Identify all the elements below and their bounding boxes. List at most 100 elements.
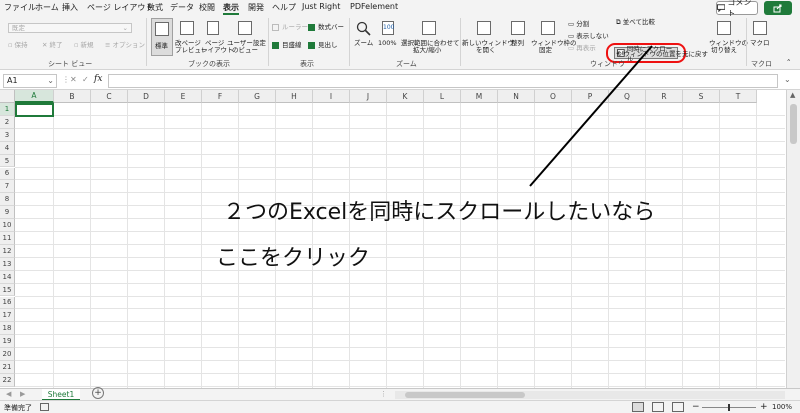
page-break-icon[interactable] [672, 402, 684, 412]
headings-checkbox[interactable] [308, 42, 315, 49]
column-header[interactable]: A [15, 90, 54, 103]
column-header[interactable]: E [165, 90, 202, 103]
tab-data[interactable]: データ [170, 2, 194, 13]
row-header[interactable]: 6 [0, 167, 15, 181]
comment-button[interactable]: コメント [716, 0, 758, 18]
row-header[interactable]: 12 [0, 244, 15, 258]
zoom-in-icon[interactable]: + [760, 402, 768, 412]
worksheet-grid[interactable]: ABCDEFGHIJKLMNOPQRST 1 2 3 4 5 6 7 8 9 10 11 12 13 14… [0, 90, 800, 388]
arrange-all-button[interactable]: 整列 [507, 18, 529, 56]
row-header[interactable]: 4 [0, 141, 15, 155]
column-header[interactable]: P [572, 90, 609, 103]
normal-view-icon[interactable] [632, 402, 644, 412]
sheet-view-exit[interactable]: ✕ 終了 [42, 42, 63, 49]
prev-sheet-icon[interactable]: ◀ [6, 390, 11, 398]
zoom-100-button[interactable]: 100 100% [377, 18, 399, 56]
vertical-scrollbar[interactable]: ▲ [786, 90, 800, 388]
tab-home[interactable]: ホーム [35, 2, 59, 13]
selected-cell-a1[interactable] [15, 103, 54, 117]
plus-icon[interactable]: + [92, 387, 104, 399]
column-header[interactable]: M [461, 90, 498, 103]
row-header[interactable]: 9 [0, 206, 15, 220]
unhide-button[interactable]: ▭ 再表示 [568, 45, 596, 52]
row-header[interactable]: 18 [0, 322, 15, 336]
row-header[interactable]: 3 [0, 128, 15, 142]
row-header[interactable]: 15 [0, 283, 15, 297]
sheet-view-new[interactable]: ▫ 新規 [74, 42, 93, 49]
column-header[interactable]: C [91, 90, 128, 103]
insert-function-icon[interactable]: fx [94, 74, 102, 84]
select-all-corner[interactable] [0, 90, 15, 103]
enter-icon[interactable]: ✓ [82, 75, 89, 84]
tab-help[interactable]: ヘルプ [272, 2, 296, 13]
expand-formula-bar-icon[interactable]: ⌄ [784, 75, 791, 84]
row-header[interactable]: 21 [0, 361, 15, 374]
column-header[interactable]: Q [609, 90, 646, 103]
view-side-by-side-button[interactable]: ⧉ 並べて比較 [616, 19, 655, 26]
column-header[interactable]: O [535, 90, 572, 103]
normal-view-button[interactable]: 標準 [151, 18, 173, 56]
column-header[interactable]: T [720, 90, 757, 103]
next-sheet-icon[interactable]: ▶ [20, 390, 25, 398]
row-header[interactable]: 10 [0, 219, 15, 232]
page-layout-icon[interactable] [652, 402, 664, 412]
column-header[interactable]: J [350, 90, 387, 103]
row-header[interactable]: 14 [0, 270, 15, 284]
switch-windows-button[interactable]: ウィンドウの 切り替え [706, 18, 748, 56]
cancel-icon[interactable]: ✕ [70, 75, 77, 84]
zoom-level[interactable]: 100% [772, 403, 792, 411]
row-header[interactable]: 19 [0, 335, 15, 349]
zoom-button[interactable]: ズーム [353, 18, 375, 56]
row-header[interactable]: 8 [0, 193, 15, 207]
row-header[interactable]: 13 [0, 257, 15, 271]
tab-developer[interactable]: 開発 [248, 2, 264, 13]
new-window-button[interactable]: 新しいウィンドウ を開く [462, 18, 514, 56]
column-header[interactable]: R [646, 90, 683, 103]
row-header[interactable]: 11 [0, 232, 15, 245]
column-header[interactable]: I [313, 90, 350, 103]
tab-view[interactable]: 表示 [223, 2, 239, 13]
tab-pdfelement[interactable]: PDFelement [350, 2, 398, 11]
horizontal-scrollbar[interactable] [395, 391, 785, 399]
share-button[interactable] [764, 1, 792, 15]
tab-page-layout[interactable]: ページ レイアウト [87, 2, 153, 13]
column-header[interactable]: G [239, 90, 276, 103]
horizontal-scrollbar-thumb[interactable] [405, 392, 525, 398]
name-box[interactable]: A1 ⌄ [3, 74, 57, 88]
page-layout-view-button[interactable]: ページ レイアウト [201, 18, 234, 56]
accessibility-icon[interactable] [40, 403, 49, 411]
row-header[interactable]: 22 [0, 373, 15, 387]
tab-review[interactable]: 校閲 [199, 2, 215, 13]
row-header[interactable]: 7 [0, 180, 15, 194]
row-header[interactable]: 20 [0, 348, 15, 361]
tab-file[interactable]: ファイル [4, 2, 36, 13]
sheet-view-keep[interactable]: ▫ 保持 [8, 42, 27, 49]
column-header[interactable]: F [202, 90, 239, 103]
row-header[interactable]: 17 [0, 309, 15, 323]
column-header[interactable]: K [387, 90, 424, 103]
row-header[interactable]: 5 [0, 154, 15, 168]
column-header[interactable]: N [498, 90, 535, 103]
formula-bar-checkbox[interactable] [308, 24, 315, 31]
gridlines-checkbox[interactable] [272, 42, 279, 49]
column-header[interactable]: H [276, 90, 313, 103]
tab-formulas[interactable]: 数式 [147, 2, 163, 13]
tab-insert[interactable]: 挿入 [62, 2, 78, 13]
scrollbar-thumb[interactable] [790, 104, 797, 144]
column-header[interactable]: B [54, 90, 91, 103]
zoom-to-selection-button[interactable]: 選択範囲に合わせて 拡大/縮小 [401, 18, 460, 56]
row-header[interactable]: 16 [0, 296, 15, 310]
row-header[interactable]: 2 [0, 115, 15, 129]
page-break-preview-button[interactable]: 改ページ プレビュー [175, 18, 208, 56]
custom-views-button[interactable]: ユーザー設定 のビュー [227, 18, 266, 56]
zoom-out-icon[interactable]: − [692, 402, 700, 412]
macros-button[interactable]: マクロ [749, 18, 771, 56]
split-button[interactable]: ▭ 分割 [568, 21, 589, 28]
column-header[interactable]: S [683, 90, 720, 103]
ruler-checkbox[interactable] [272, 24, 279, 31]
sheet-view-select[interactable]: 既定 ⌄ [8, 23, 132, 33]
freeze-panes-button[interactable]: ウィンドウ枠の 固定 [531, 18, 577, 56]
tab-just-right[interactable]: Just Right [302, 2, 340, 11]
column-header[interactable]: D [128, 90, 165, 103]
hide-button[interactable]: ▭ 表示しない [568, 33, 609, 40]
